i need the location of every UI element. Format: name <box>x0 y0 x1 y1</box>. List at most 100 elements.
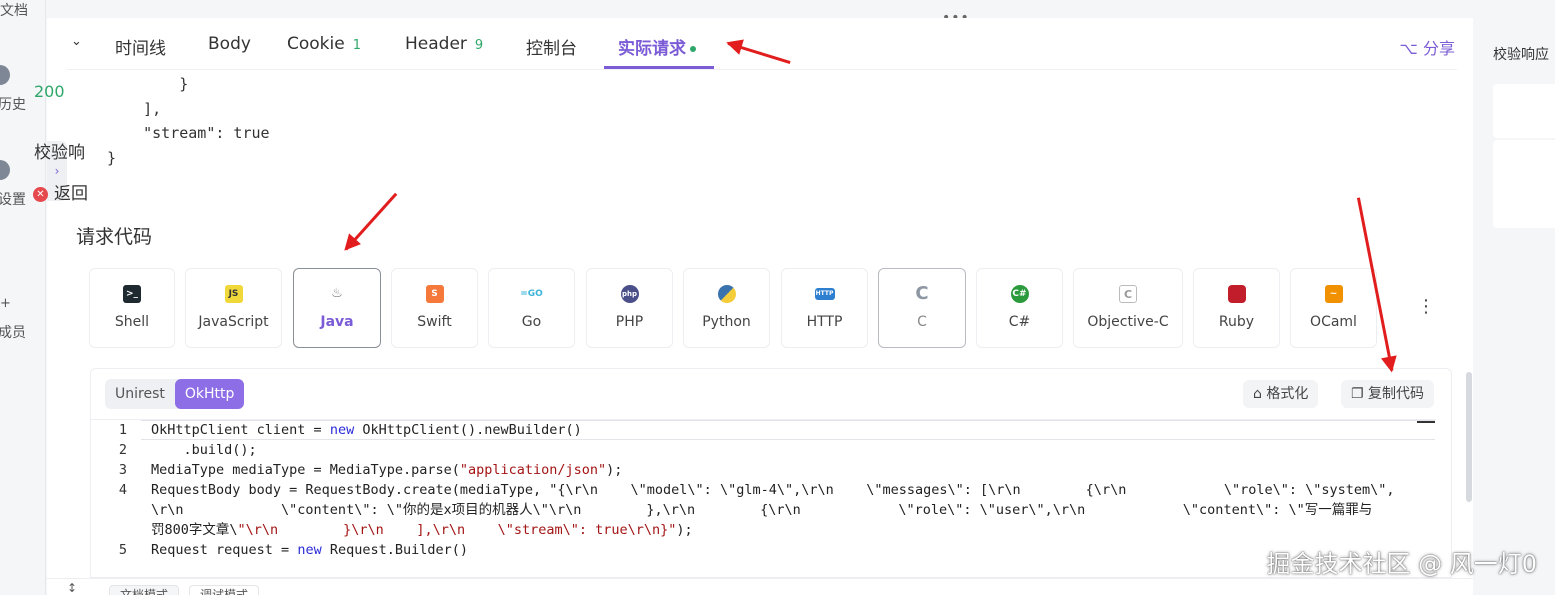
code-text: RequestBody body = RequestBody.create(me… <box>151 482 1395 498</box>
code-editor[interactable]: 1 OkHttpClient client = new OkHttpClient(… <box>91 419 1436 577</box>
lang-card-go[interactable]: =GO Go <box>488 268 575 348</box>
check-heading: 校验响 <box>34 143 85 163</box>
code-text: MediaType mediaType = MediaType.parse("a… <box>151 462 623 478</box>
tab-console[interactable]: 控制台 <box>526 34 577 59</box>
share-icon: ⌥ <box>1399 39 1418 58</box>
lang-name: C# <box>1008 314 1031 330</box>
library-option-okhttp[interactable]: OkHttp <box>174 379 245 409</box>
bottom-bar: ↕ 文档模式 调试模式 <box>47 578 1473 595</box>
lang-card-swift[interactable]: S Swift <box>391 268 478 348</box>
section-title: 请求代码 <box>76 226 153 248</box>
objc-icon: C <box>1119 285 1137 303</box>
sidebar-item-members[interactable]: + 成员 <box>0 296 46 342</box>
settings-icon <box>0 160 10 180</box>
status-code: 200 <box>34 82 65 101</box>
doc-mode-button[interactable]: 文档模式 <box>109 585 180 595</box>
copy-label: 复制代码 <box>1368 386 1425 402</box>
lang-name: HTTP <box>806 314 843 330</box>
lang-card-csharp[interactable]: C# C# <box>976 268 1063 348</box>
copy-code-button[interactable]: ❐ 复制代码 <box>1341 380 1435 408</box>
copy-icon: ❐ <box>1351 386 1364 402</box>
java-icon: ♨ <box>328 285 346 303</box>
tab-body[interactable]: Body <box>208 34 251 54</box>
csharp-icon: C# <box>1010 285 1029 303</box>
lang-name: C <box>917 314 927 330</box>
lang-card-c[interactable]: C C <box>878 268 966 348</box>
watermark: 掘金技术社区 @ 风一灯0 <box>1266 550 1537 578</box>
lang-card-java[interactable]: ♨ Java <box>293 268 381 348</box>
cursor-marker <box>1417 421 1435 423</box>
request-json-body: } ], "stream": true } <box>107 75 270 167</box>
tab-label: Cookie <box>287 34 345 54</box>
line-number: 2 <box>118 442 127 458</box>
lang-name: Ruby <box>1218 314 1255 330</box>
tab-actual-request[interactable]: 实际请求 <box>618 34 696 59</box>
plus-icon: + <box>0 296 11 311</box>
go-icon: =GO <box>519 285 544 303</box>
line-number: 5 <box>118 542 127 558</box>
tab-timeline[interactable]: 时间线 <box>115 34 166 59</box>
tab-count-badge: 9 <box>474 38 484 53</box>
chevron-down-icon[interactable]: ⌄ <box>71 34 82 49</box>
sidebar-item-docs[interactable]: 文档 <box>0 0 46 22</box>
tab-label: Header <box>405 34 467 54</box>
check-card <box>1493 140 1555 228</box>
lang-card-php[interactable]: php PHP <box>586 268 673 348</box>
vertical-scrollbar[interactable] <box>1466 372 1472 502</box>
panel-toggle-icon[interactable]: ↕ <box>67 581 77 595</box>
check-result-label: 返回 <box>54 184 88 204</box>
sidebar-item-label: 成员 <box>0 325 26 341</box>
http-icon: HTTP <box>814 288 835 300</box>
terminal-icon: >_ <box>123 285 141 303</box>
lang-card-http[interactable]: HTTP HTTP <box>781 268 868 348</box>
code-text: .build(); <box>151 442 257 458</box>
library-switcher: Unirest OkHttp <box>105 379 245 409</box>
lang-name: Go <box>521 314 542 330</box>
js-icon: JS <box>224 285 243 303</box>
main-panel: ⌄ 时间线 Body Cookie 1 Header 9 控制台 实际请求 ⌥ 分享… <box>47 18 1473 578</box>
sidebar-item-label: 历史 <box>0 97 26 113</box>
lang-name: OCaml <box>1310 314 1357 330</box>
status-card <box>1493 84 1555 138</box>
debug-mode-button[interactable]: 调试模式 <box>189 585 260 595</box>
lang-name: Java <box>320 314 354 330</box>
check-result: ✕ 返回 <box>33 179 88 204</box>
lang-name: Shell <box>114 314 150 330</box>
tab-label: 实际请求 <box>618 39 686 59</box>
lang-name: JavaScript <box>198 314 269 330</box>
lang-card-objective-c[interactable]: C Objective-C <box>1073 268 1183 348</box>
swift-icon: S <box>425 285 444 303</box>
python-icon <box>717 285 736 303</box>
share-label: 分享 <box>1422 39 1455 58</box>
line-number: 4 <box>118 482 127 498</box>
code-text: Request request = new Request.Builder() <box>151 542 469 558</box>
tab-cookie[interactable]: Cookie 1 <box>287 34 361 54</box>
lang-name: Swift <box>417 314 452 330</box>
lang-card-python[interactable]: Python <box>683 268 770 348</box>
code-text: 罚800字文章\"\r\n }\r\n ],\r\n \"stream\": t… <box>151 522 693 538</box>
format-button[interactable]: ⌂ 格式化 <box>1243 380 1319 408</box>
tab-header[interactable]: Header 9 <box>405 34 483 54</box>
right-panel: 校验响应 <box>1474 18 1555 595</box>
share-button[interactable]: ⌥ 分享 <box>1399 35 1455 59</box>
tab-label: Body <box>208 34 251 54</box>
code-text: \r\n \"content\": \"你的是x项目的机器人\"\r\n },\… <box>151 502 1373 518</box>
active-tab-indicator <box>604 66 714 69</box>
line-number: 1 <box>118 422 127 438</box>
active-dot-icon <box>690 46 696 52</box>
tab-label: 时间线 <box>115 39 166 59</box>
lang-card-javascript[interactable]: JS JavaScript <box>185 268 282 348</box>
lang-name: PHP <box>615 314 644 330</box>
lang-name: Objective-C <box>1087 314 1169 330</box>
lang-card-shell[interactable]: >_ Shell <box>89 268 175 348</box>
sidebar-item-label: 设置 <box>0 192 26 208</box>
sidebar-item-label: 文档 <box>0 3 28 19</box>
format-icon: ⌂ <box>1253 386 1262 402</box>
lang-card-ocaml[interactable]: ~ OCaml <box>1290 268 1377 348</box>
code-panel: Unirest OkHttp ⌂ 格式化 ❐ 复制代码 1 OkHttpClien… <box>90 368 1452 578</box>
library-option-unirest[interactable]: Unirest <box>105 379 175 409</box>
more-options-icon[interactable]: ⋮ <box>1417 296 1435 317</box>
error-icon: ✕ <box>33 186 48 202</box>
lang-card-ruby[interactable]: Ruby <box>1193 268 1280 348</box>
response-tabbar: ⌄ 时间线 Body Cookie 1 Header 9 控制台 实际请求 ⌥ 分享 <box>67 18 1457 70</box>
